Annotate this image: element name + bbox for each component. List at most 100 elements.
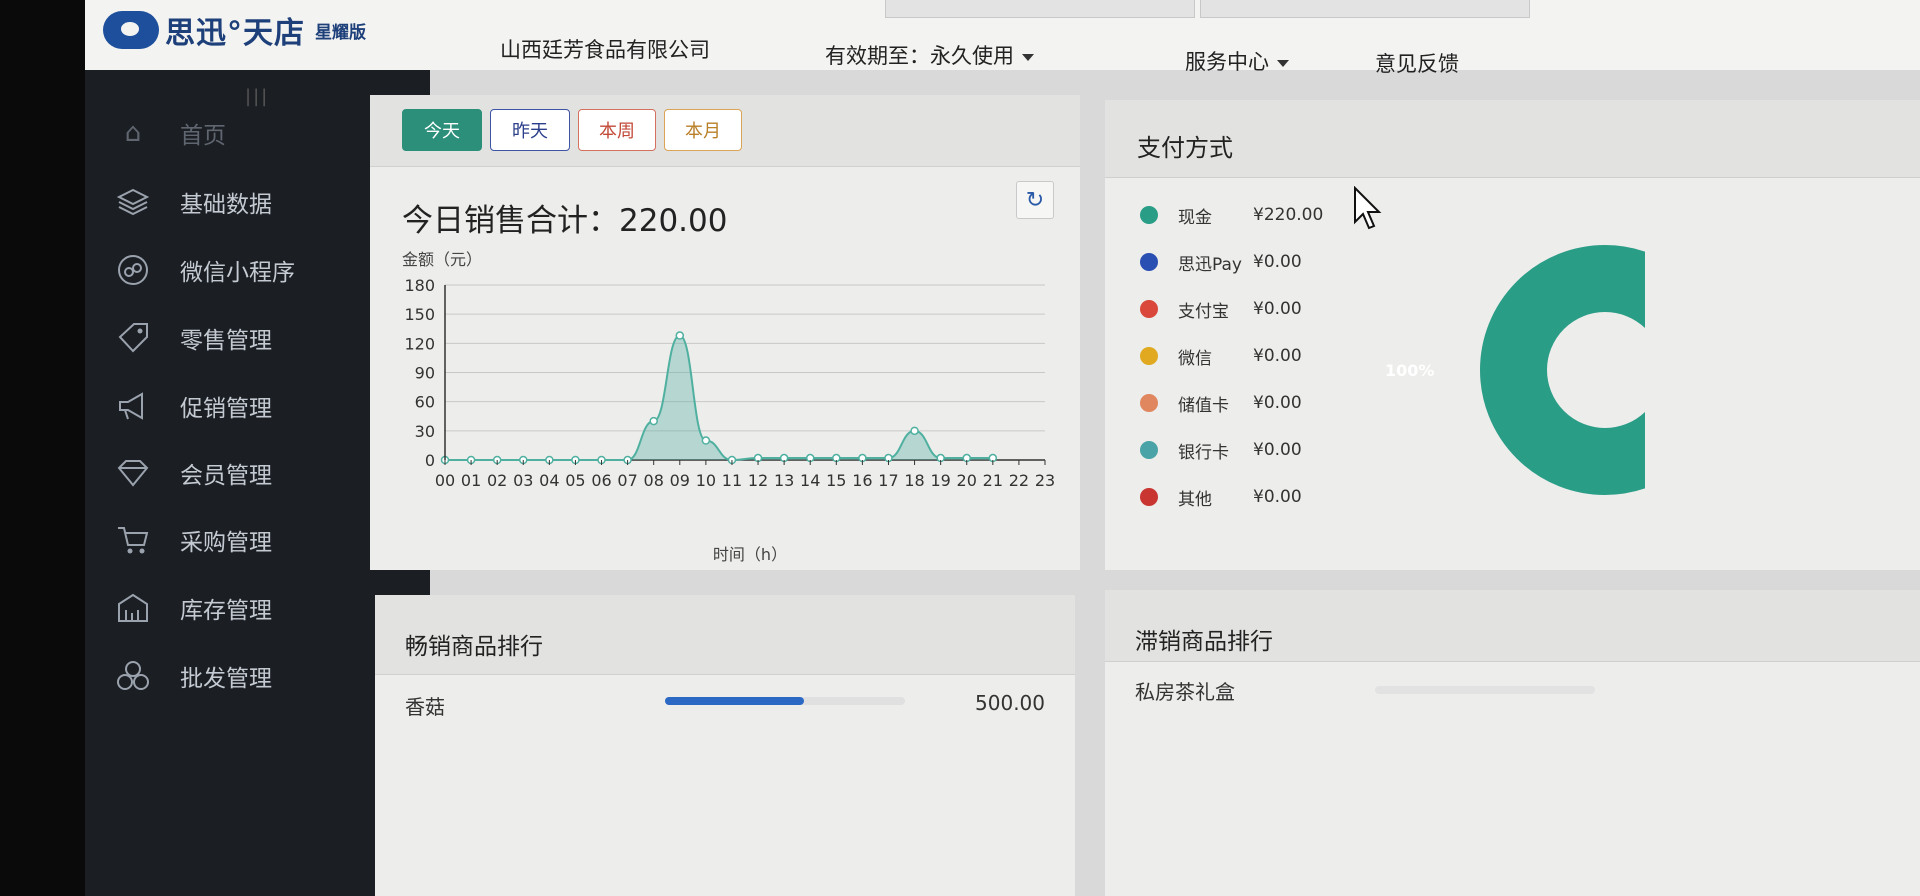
y-tick-label: 180: [404, 276, 435, 295]
slow-sellers-card: 滞销商品排行 私房茶礼盒: [1105, 590, 1920, 896]
rank-bar-fill: [665, 697, 805, 705]
payment-method-amount: ¥0.00: [1253, 440, 1302, 460]
sidebar-item-label: 批发管理: [180, 666, 272, 692]
hourly-sales-chart: 金额（元） 00 01 02 03 04 05 06 07 08 09 10 11 12 13 14 15 16…: [402, 250, 1055, 564]
payment-legend-item[interactable]: 微信 ¥0.00: [1140, 341, 1302, 371]
validity-value: 永久使用: [930, 44, 1014, 68]
donut-percent-label: 100%: [1385, 361, 1434, 380]
payment-method-name: 储值卡: [1178, 395, 1229, 416]
x-tick-label: 10: [696, 471, 716, 490]
payment-method-name: 思迅Pay: [1178, 254, 1242, 275]
sidebar-item-label: 库存管理: [180, 598, 272, 624]
x-tick-label: 21: [983, 471, 1003, 490]
y-tick-label: 30: [415, 422, 435, 441]
payment-methods-card: 支付方式 现金 ¥220.00 思迅Pay ¥0.00 支付宝 ¥0.00 微信 ¥0.00 储…: [1105, 100, 1920, 570]
payment-method-name: 支付宝: [1178, 301, 1229, 322]
edition-label: 星耀版: [315, 22, 366, 43]
payment-method-amount: ¥0.00: [1253, 299, 1302, 319]
y-tick-label: 0: [425, 451, 435, 470]
legend-dot-icon: [1140, 347, 1158, 365]
this-month-button[interactable]: 本月: [664, 109, 742, 151]
feedback-link[interactable]: 意见反馈: [1375, 48, 1459, 78]
data-point: [649, 416, 658, 426]
service-center-menu[interactable]: 服务中心: [1185, 46, 1289, 76]
sidebar-item-label: 采购管理: [180, 530, 272, 556]
cart-icon: [113, 520, 153, 560]
app-screen: 思迅°天店 星耀版 山西廷芳食品有限公司 有效期至：永久使用 服务中心 意见反馈…: [85, 0, 1920, 896]
company-name: 山西廷芳食品有限公司: [500, 38, 710, 62]
rank-bar-track: [1375, 686, 1595, 694]
top-sellers-card: 畅销商品排行 香菇 500.00: [375, 595, 1075, 896]
x-tick-label: 23: [1035, 471, 1055, 490]
list-item[interactable]: 私房茶礼盒: [1135, 676, 1235, 705]
list-item[interactable]: 香菇 500.00: [405, 685, 1045, 725]
data-point: [910, 426, 919, 436]
rank-bar-track: [665, 697, 905, 705]
x-tick-label: 20: [957, 471, 977, 490]
x-tick-label: 04: [539, 471, 559, 490]
today-button[interactable]: 今天: [402, 109, 482, 151]
legend-dot-icon: [1140, 300, 1158, 318]
x-tick-label: 17: [878, 471, 898, 490]
sidebar-item-label: 促销管理: [180, 396, 272, 422]
payment-legend-item[interactable]: 其他 ¥0.00: [1140, 482, 1302, 512]
sales-summary-card: 今天 昨天 本周 本月 今日销售合计：220.00 ↻ 金额（元） 00 01 02…: [370, 95, 1080, 570]
sidebar-item-label: 零售管理: [180, 328, 272, 354]
diamond-icon: [113, 453, 153, 493]
chart-series: [440, 331, 998, 465]
payment-legend-item[interactable]: 现金 ¥220.00: [1140, 200, 1323, 230]
this-week-button[interactable]: 本周: [578, 109, 656, 151]
x-tick-label: 06: [591, 471, 611, 490]
x-axis-title: 时间（h）: [713, 545, 787, 564]
x-tick-label: 16: [852, 471, 872, 490]
payment-legend-item[interactable]: 储值卡 ¥0.00: [1140, 388, 1302, 418]
x-tick-label: 09: [670, 471, 690, 490]
x-tick-label: 13: [774, 471, 794, 490]
x-tick-label: 22: [1009, 471, 1029, 490]
x-tick-label: 05: [565, 471, 585, 490]
payment-legend-item[interactable]: 思迅Pay ¥0.00: [1140, 247, 1302, 277]
top-sellers-header: 畅销商品排行: [375, 595, 1075, 675]
x-tick-label: 00: [435, 471, 455, 490]
tag-icon: [113, 318, 153, 358]
product-sales-value: 500.00: [975, 691, 1045, 715]
payment-method-name: 银行卡: [1178, 442, 1229, 463]
x-axis: 00 01 02 03 04 05 06 07 08 09 10 11 12 13 14 15 16 17 18 19…: [435, 460, 1055, 490]
refresh-icon: ↻: [1025, 187, 1045, 213]
sales-total-label: 今日销售合计：: [402, 203, 619, 239]
payment-method-amount: ¥0.00: [1253, 252, 1302, 272]
browser-tab[interactable]: [885, 0, 1195, 18]
payment-method-amount: ¥0.00: [1253, 393, 1302, 413]
y-tick-label: 60: [415, 393, 435, 412]
period-toolbar: 今天 昨天 本周 本月: [370, 95, 1080, 167]
x-tick-label: 08: [644, 471, 664, 490]
chart-grid: [445, 284, 1045, 461]
legend-dot-icon: [1140, 206, 1158, 224]
mouse-cursor-icon: [1354, 186, 1382, 230]
x-tick-label: 03: [513, 471, 533, 490]
x-tick-label: 02: [487, 471, 507, 490]
top-header: 思迅°天店 星耀版 山西廷芳食品有限公司 有效期至：永久使用 服务中心 意见反馈: [85, 0, 1920, 76]
payment-legend-item[interactable]: 银行卡 ¥0.00: [1140, 435, 1302, 465]
payment-method-name: 现金: [1178, 207, 1212, 228]
cubes-icon: [113, 656, 153, 696]
x-tick-label: 11: [722, 471, 742, 490]
megaphone-icon: [113, 386, 153, 426]
refresh-button[interactable]: ↻: [1016, 181, 1054, 219]
payment-title: 支付方式: [1137, 134, 1233, 162]
y-tick-label: 150: [404, 305, 435, 324]
slow-sellers-header: 滞销商品排行: [1105, 590, 1920, 662]
payment-method-amount: ¥220.00: [1253, 205, 1324, 225]
x-tick-label: 19: [930, 471, 950, 490]
y-axis-title: 金额（元）: [402, 250, 482, 269]
top-sellers-title: 畅销商品排行: [405, 634, 543, 660]
validity-dropdown[interactable]: 有效期至：永久使用: [825, 40, 1034, 70]
payment-legend-item[interactable]: 支付宝 ¥0.00: [1140, 294, 1302, 324]
x-tick-label: 01: [461, 471, 481, 490]
browser-tab[interactable]: [1200, 0, 1530, 18]
payment-method-name: 微信: [1178, 348, 1212, 369]
yesterday-button[interactable]: 昨天: [490, 109, 570, 151]
sales-total: 今日销售合计：220.00: [402, 195, 727, 240]
y-tick-label: 90: [415, 364, 435, 383]
brand-logo[interactable]: 思迅°天店 星耀版: [103, 8, 366, 52]
